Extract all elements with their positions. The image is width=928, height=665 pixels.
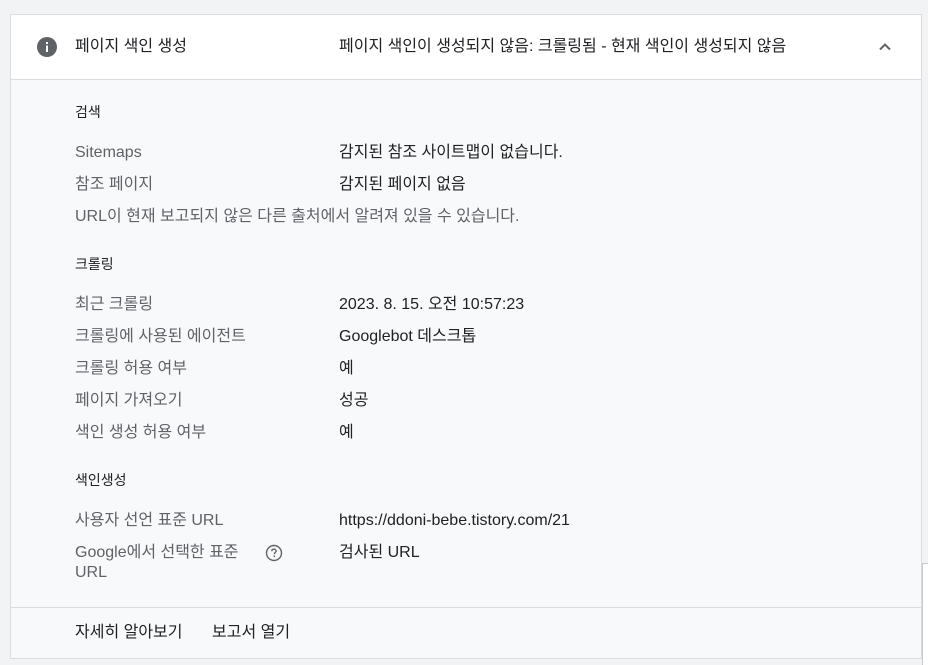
value-crawled-as: Googlebot 데스크톱 bbox=[339, 328, 477, 345]
label-page-fetch: 페이지 가져오기 bbox=[75, 392, 183, 409]
card-title: 페이지 색인 생성 bbox=[75, 38, 187, 55]
chevron-up-icon[interactable] bbox=[873, 35, 897, 59]
section-title-crawl: 크롤링 bbox=[75, 256, 114, 272]
info-icon bbox=[37, 37, 57, 57]
value-page-fetch: 성공 bbox=[339, 392, 369, 409]
scrollbar[interactable] bbox=[922, 563, 928, 665]
indexing-status: 페이지 색인이 생성되지 않음: 크롤링됨 - 현재 색인이 생성되지 않음 bbox=[339, 38, 787, 55]
label-referring-page: 참조 페이지 bbox=[75, 176, 154, 193]
value-crawl-allowed: 예 bbox=[339, 360, 354, 377]
label-last-crawl: 최근 크롤링 bbox=[75, 296, 154, 313]
label-crawled-as: 크롤링에 사용된 에이전트 bbox=[75, 328, 246, 345]
label-crawl-allowed: 크롤링 허용 여부 bbox=[75, 360, 187, 377]
learn-more-link[interactable]: 자세히 알아보기 bbox=[75, 623, 183, 643]
card-header[interactable]: 페이지 색인 생성 페이지 색인이 생성되지 않음: 크롤링됨 - 현재 색인이… bbox=[11, 15, 921, 80]
value-google-canonical: 검사된 URL bbox=[339, 544, 420, 561]
open-report-link[interactable]: 보고서 열기 bbox=[212, 623, 290, 643]
value-indexing-allowed: 예 bbox=[339, 424, 354, 441]
value-user-canonical: https://ddoni-bebe.tistory.com/21 bbox=[339, 512, 570, 529]
label-google-canonical: Google에서 선택한 표준 URL bbox=[75, 544, 239, 581]
section-title-indexing: 색인생성 bbox=[75, 472, 127, 488]
label-user-canonical: 사용자 선언 표준 URL bbox=[75, 512, 224, 529]
page-indexing-card: 페이지 색인 생성 페이지 색인이 생성되지 않음: 크롤링됨 - 현재 색인이… bbox=[10, 14, 922, 659]
section-title-discovery: 검색 bbox=[75, 104, 101, 120]
label-sitemaps: Sitemaps bbox=[75, 144, 142, 161]
help-circle-icon[interactable] bbox=[265, 544, 283, 562]
discovery-note: URL이 현재 보고되지 않은 다른 출처에서 알려져 있을 수 있습니다. bbox=[75, 208, 520, 225]
value-referring-page: 감지된 페이지 없음 bbox=[339, 176, 466, 193]
label-indexing-allowed: 색인 생성 허용 여부 bbox=[75, 424, 207, 441]
value-last-crawl: 2023. 8. 15. 오전 10:57:23 bbox=[339, 296, 525, 313]
value-sitemaps: 감지된 참조 사이트맵이 없습니다. bbox=[339, 144, 563, 161]
card-footer: 자세히 알아보기 보고서 열기 bbox=[11, 607, 921, 658]
